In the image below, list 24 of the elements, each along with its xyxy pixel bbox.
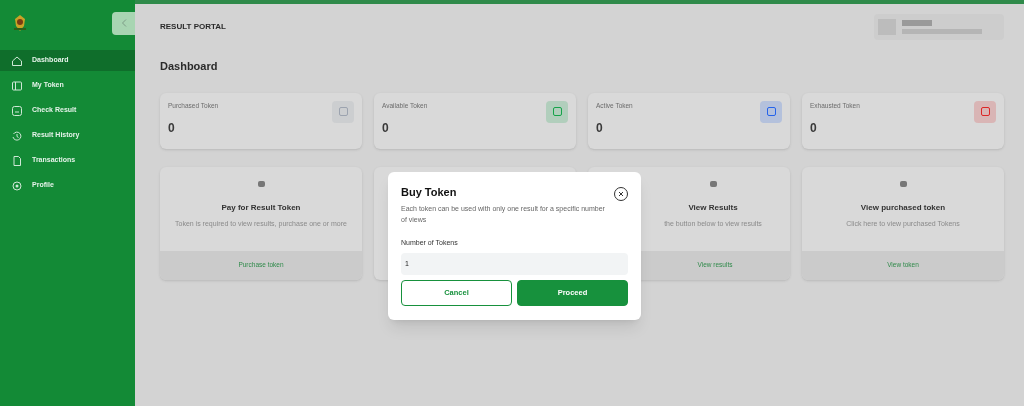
file-icon [11, 154, 23, 167]
close-icon [618, 191, 624, 197]
item-icon [899, 180, 907, 187]
item-icon [709, 180, 717, 187]
document-icon [11, 104, 23, 117]
user-profile[interactable] [874, 14, 1004, 40]
page-title: Dashboard [159, 59, 219, 74]
item-icon [257, 180, 265, 187]
stat-value: 0 [810, 120, 818, 138]
stat-value: 0 [168, 120, 176, 138]
history-icon [11, 129, 23, 142]
collapse-button[interactable] [112, 11, 135, 35]
dialog-title: Buy Token [401, 185, 457, 200]
home-icon [11, 54, 23, 67]
card-icon [11, 79, 23, 92]
card-title: View Results [688, 201, 738, 214]
card-title: Pay for Result Token [221, 201, 301, 214]
stat-value: 0 [596, 120, 604, 138]
chevron-left-icon [120, 19, 127, 27]
logo-icon [12, 14, 28, 32]
gear-icon [11, 179, 23, 192]
stat-value: 0 [382, 120, 390, 138]
card-title: View purchased token [860, 201, 946, 214]
header-title: RESULT PORTAL [160, 21, 226, 33]
